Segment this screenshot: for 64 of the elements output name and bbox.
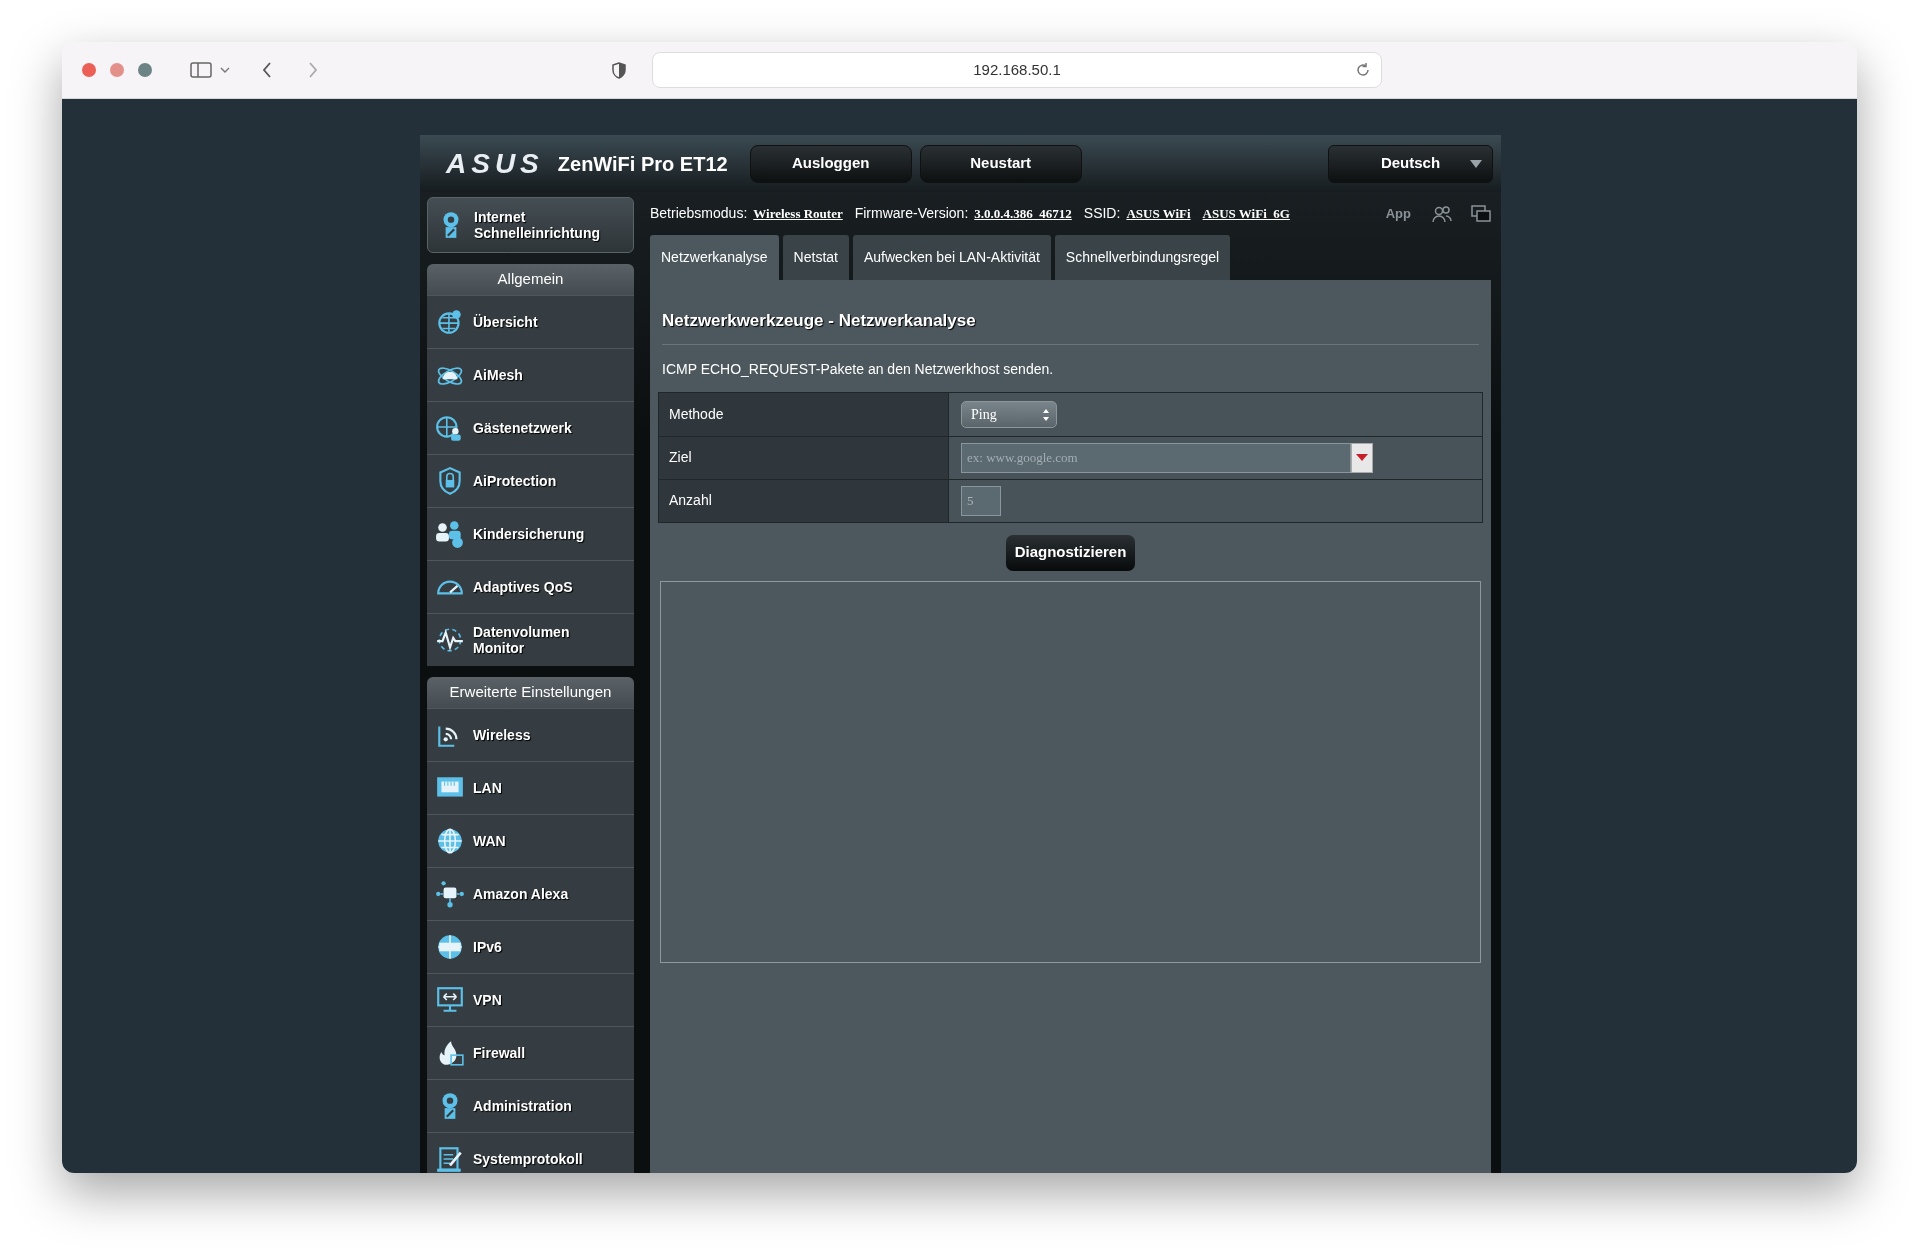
sidebar-item[interactable]: Datenvolumen Monitor — [427, 613, 634, 666]
app-label: App — [1385, 204, 1411, 223]
info-link[interactable]: ASUS WiFi_6G — [1202, 203, 1290, 224]
sidebar-item[interactable]: AiMesh — [427, 348, 634, 401]
logo: ASUS — [446, 149, 544, 178]
field-label: Ziel — [659, 436, 949, 479]
sidebar-item[interactable]: Firewall — [427, 1026, 634, 1079]
sidebar-item[interactable]: Übersicht — [427, 295, 634, 348]
sidebar-item[interactable]: Systemprotokoll — [427, 1132, 634, 1173]
info-link[interactable]: Wireless Router — [753, 203, 843, 224]
method-select[interactable]: Ping — [961, 400, 1057, 428]
section-header: Erweiterte Einstellungen — [427, 677, 634, 708]
close-button[interactable] — [82, 63, 96, 77]
tab[interactable]: Aufwecken bei LAN-Aktivität — [852, 235, 1051, 280]
sidebar-item[interactable]: WAN — [427, 814, 634, 867]
sidebar-item[interactable]: Amazon Alexa — [427, 867, 634, 920]
reboot-button[interactable]: Neustart — [919, 144, 1082, 183]
caret-icon — [1356, 454, 1368, 461]
caret-icon — [1470, 159, 1482, 168]
sidebar-item[interactable]: IPv6 — [427, 920, 634, 973]
info-label: Firmware-Version: — [854, 204, 969, 223]
sidebar-item[interactable]: Administration — [427, 1079, 634, 1132]
panel-title: Netzwerkwerkzeuge - Netzwerkanalyse — [661, 310, 977, 332]
people-lock-icon — [435, 519, 465, 549]
hub-icon — [435, 879, 465, 909]
sidebar-item[interactable]: AiProtection — [427, 454, 634, 507]
back-icon[interactable] — [262, 62, 272, 78]
field-label: Anzahl — [659, 479, 949, 522]
tab[interactable]: Schnellverbindungsregel — [1054, 235, 1231, 280]
info-label: Betriebsmodus: — [650, 204, 748, 223]
diagnose-button[interactable]: Diagnostizieren — [1005, 534, 1136, 571]
shield-icon[interactable] — [612, 61, 626, 79]
sidebar-item[interactable]: LAN — [427, 761, 634, 814]
sidebar-item[interactable]: Adaptives QoS — [427, 560, 634, 613]
info-label: SSID: — [1083, 204, 1121, 223]
description-text: ICMP ECHO_REQUEST-Pakete an den Netzwerkhost senden. — [661, 359, 1055, 379]
field-label: Methode — [659, 392, 949, 436]
reload-icon[interactable] — [1355, 62, 1371, 78]
dropdown-button[interactable] — [1351, 442, 1373, 473]
target-field[interactable]: ex: www.google.com — [961, 442, 1351, 473]
info-link[interactable]: 3.0.0.4.386_46712 — [974, 203, 1072, 224]
info-link[interactable]: ASUS WiFi — [1126, 203, 1191, 224]
quick-setup-button[interactable]: Internet Schnelleinrichtung — [427, 197, 634, 253]
document-pen-icon — [435, 1144, 465, 1173]
tab[interactable]: Netzwerkanalyse — [650, 235, 779, 280]
monitor-arrows-icon — [435, 985, 465, 1015]
sidebar-item[interactable]: Gästenetzwerk — [427, 401, 634, 454]
section-header: Allgemein — [427, 264, 634, 295]
windows-icon[interactable] — [1471, 204, 1491, 223]
tab[interactable]: Netstat — [782, 235, 849, 280]
chevron-down-icon[interactable] — [220, 67, 230, 73]
language-select[interactable]: Deutsch — [1328, 144, 1493, 183]
globe-icon — [435, 826, 465, 856]
sidebar-item[interactable]: Kindersicherung — [427, 507, 634, 560]
globe-ipv6-icon — [435, 932, 465, 962]
logout-button[interactable]: Ausloggen — [749, 144, 912, 183]
stepper-icon — [1042, 407, 1050, 422]
zoom-button[interactable] — [138, 63, 152, 77]
sidebar-item[interactable]: VPN — [427, 973, 634, 1026]
sidebar-icon[interactable] — [190, 62, 212, 78]
address-bar[interactable]: 192.168.50.1 — [652, 52, 1382, 88]
sidebar-item[interactable]: Wireless — [427, 708, 634, 761]
users-icon[interactable] — [1431, 204, 1453, 223]
product-name: ZenWiFi Pro ET12 — [557, 151, 728, 177]
